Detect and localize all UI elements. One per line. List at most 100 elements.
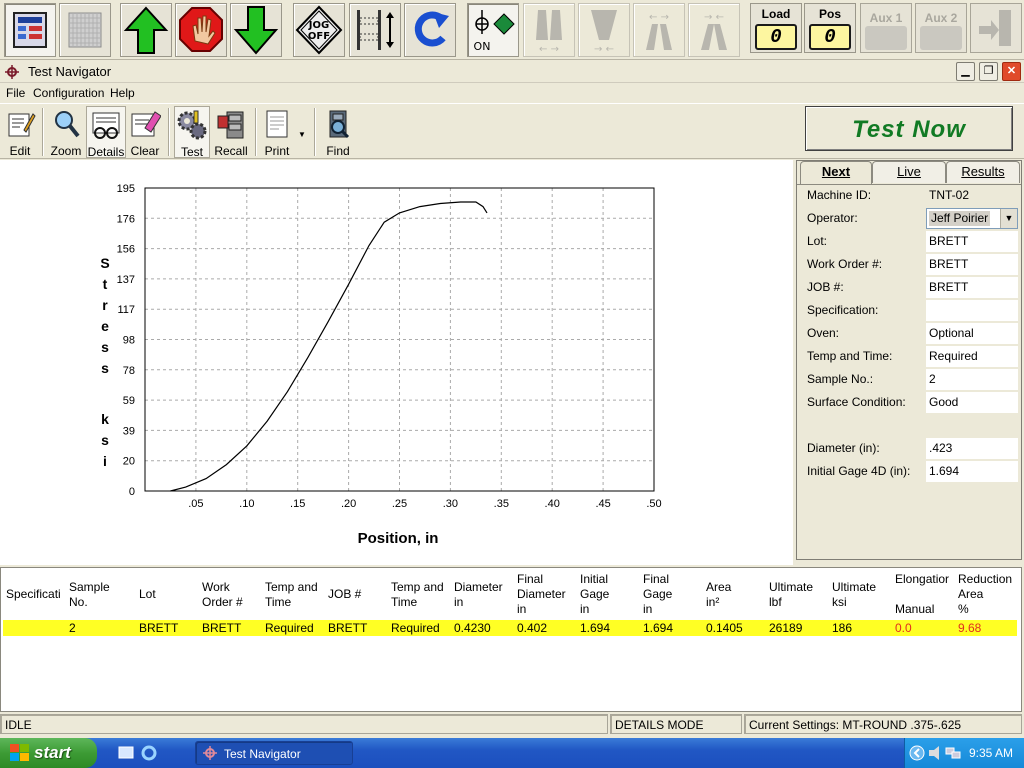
field-machine-id: Machine ID: TNT-02 — [797, 184, 1021, 207]
jog-off-button[interactable]: JOG OFF — [293, 3, 345, 57]
tray-expand-icon[interactable] — [909, 745, 925, 761]
x-tick-label: .45 — [595, 498, 610, 510]
sample-no-input[interactable]: 2 — [926, 369, 1018, 390]
column-header[interactable]: Sample No. — [69, 580, 131, 610]
details-button[interactable]: Details — [86, 106, 126, 159]
transducer-on-button[interactable]: ON — [467, 3, 519, 57]
return-button[interactable] — [404, 3, 456, 57]
column-header[interactable]: Area in² — [706, 580, 768, 610]
disabled-tool-1: ← → — [523, 3, 575, 57]
initial-gage-input[interactable]: 1.694 — [926, 461, 1018, 482]
internet-explorer-icon[interactable] — [141, 745, 157, 761]
operator-selected-value: Jeff Poirier — [929, 211, 991, 226]
tab-results[interactable]: Results — [946, 161, 1020, 183]
tab-next[interactable]: Next — [800, 161, 872, 185]
show-desktop-icon[interactable] — [118, 745, 134, 761]
crosshead-down-button[interactable] — [230, 3, 282, 57]
diameter-input[interactable]: .423 — [926, 438, 1018, 459]
tab-next-label: Next — [821, 164, 851, 179]
test-now-button[interactable]: Test Now — [805, 106, 1013, 151]
start-button[interactable]: start — [0, 738, 97, 768]
machine-toolbar: JOG OFF ON ← → → ← ← → → ← Load 0 Pos 0 … — [0, 0, 1024, 60]
column-header[interactable]: Work Order # — [202, 580, 264, 610]
minimize-button[interactable]: ▁ — [956, 62, 975, 81]
field-diameter: Diameter (in): .423 — [797, 437, 1021, 460]
crosshead-up-button[interactable] — [120, 3, 172, 57]
column-header[interactable]: Temp and Time — [391, 580, 453, 610]
network-icon[interactable] — [945, 745, 961, 761]
column-header[interactable]: Final Diameter in — [517, 572, 579, 617]
close-icon: ✕ — [1006, 65, 1017, 77]
find-button[interactable]: Find — [320, 106, 356, 158]
print-dropdown-arrow-icon[interactable]: ▼ — [298, 130, 306, 139]
work-order-input[interactable]: BRETT — [926, 254, 1018, 275]
aux2-label: Aux 2 — [924, 11, 958, 25]
details-glasses-icon — [92, 112, 120, 139]
status-bar: IDLE DETAILS MODE Current Settings: MT-R… — [0, 713, 1024, 735]
svg-text:← →: ← → — [649, 12, 669, 23]
table-cell: Required — [391, 621, 440, 635]
lot-input[interactable]: BRETT — [926, 231, 1018, 252]
zoom-button[interactable]: Zoom — [48, 106, 84, 158]
edit-label: Edit — [9, 144, 31, 158]
column-header[interactable]: Initial Gage in — [580, 572, 642, 617]
y-tick-labels: 0 20 39 59 78 98 117 137 156 176 195 — [117, 183, 135, 498]
column-header[interactable]: Temp and Time — [265, 580, 327, 610]
load-display-button[interactable]: Load 0 — [750, 3, 802, 53]
operator-label: Operator: — [807, 211, 858, 225]
table-cell: 0.1405 — [706, 621, 743, 635]
job-input[interactable]: BRETT — [926, 277, 1018, 298]
field-work-order: Work Order #: BRETT — [797, 253, 1021, 276]
close-button[interactable]: ✕ — [1002, 62, 1021, 81]
menu-configuration[interactable]: Configuration — [33, 86, 104, 100]
print-button[interactable]: Print — [259, 106, 295, 158]
column-header[interactable]: Lot — [139, 587, 201, 602]
temp-time-input[interactable]: Required — [926, 346, 1018, 367]
pos-display-button[interactable]: Pos 0 — [804, 3, 856, 53]
column-header[interactable]: Ultimate ksi — [832, 580, 894, 610]
panel-view-button[interactable] — [4, 3, 56, 57]
column-header[interactable]: Elongatior Manual — [895, 572, 957, 617]
recall-button[interactable]: Recall — [212, 106, 250, 158]
field-job: JOB #: BRETT — [797, 276, 1021, 299]
menu-file[interactable]: File — [6, 86, 25, 100]
x-tick-label: .30 — [443, 498, 458, 510]
grid-view-button[interactable] — [59, 3, 111, 57]
speaker-icon[interactable] — [927, 745, 943, 761]
disabled-close-icon: → ← — [701, 12, 727, 50]
surface-condition-input[interactable]: Good — [926, 392, 1018, 413]
column-header[interactable]: Specificati — [6, 587, 66, 602]
x-tick-label: .10 — [239, 498, 254, 510]
tab-live[interactable]: Live — [872, 161, 946, 183]
on-label: ON — [474, 40, 491, 53]
taskbar-item-test-navigator[interactable]: Test Navigator — [195, 741, 353, 765]
chevron-down-icon[interactable]: ▼ — [1000, 209, 1017, 228]
column-header[interactable]: Diameter in — [454, 580, 516, 610]
column-header[interactable]: Reduction Area% — [958, 572, 1020, 617]
table-cell: 26189 — [769, 621, 803, 635]
table-cell: 2 — [69, 621, 76, 635]
restore-button[interactable]: ❐ — [979, 62, 998, 81]
column-header[interactable]: Ultimate lbf — [769, 580, 831, 610]
limits-button[interactable] — [349, 3, 401, 57]
specification-label: Specification: — [807, 303, 879, 317]
operator-select[interactable]: Jeff Poirier ▼ — [926, 208, 1018, 229]
chart-area: .05 .10 .15 .20 .25 .30 .35 .40 .45 .50 0 20 39 59 78… — [0, 160, 793, 565]
disabled-tool-4: → ← — [688, 3, 740, 57]
clear-button[interactable]: Clear — [128, 106, 162, 158]
column-header[interactable]: Final Gage in — [643, 572, 705, 617]
status-mode: DETAILS MODE — [610, 714, 742, 734]
aux1-display — [865, 26, 907, 50]
oven-input[interactable]: Optional — [926, 323, 1018, 344]
stop-button[interactable] — [175, 3, 227, 57]
column-header[interactable]: JOB # — [328, 587, 390, 602]
temp-time-label: Temp and Time: — [807, 349, 893, 363]
menu-help[interactable]: Help — [110, 86, 135, 100]
edit-button[interactable]: Edit — [2, 106, 38, 158]
disabled-tool-3: ← → — [633, 3, 685, 57]
minimize-icon: ▁ — [961, 65, 970, 77]
stress-position-chart: .05 .10 .15 .20 .25 .30 .35 .40 .45 .50 0 20 39 59 78… — [100, 183, 661, 547]
test-button[interactable]: Test — [174, 106, 210, 159]
specification-input[interactable] — [926, 300, 1018, 321]
system-tray: 9:35 AM — [904, 738, 1024, 768]
